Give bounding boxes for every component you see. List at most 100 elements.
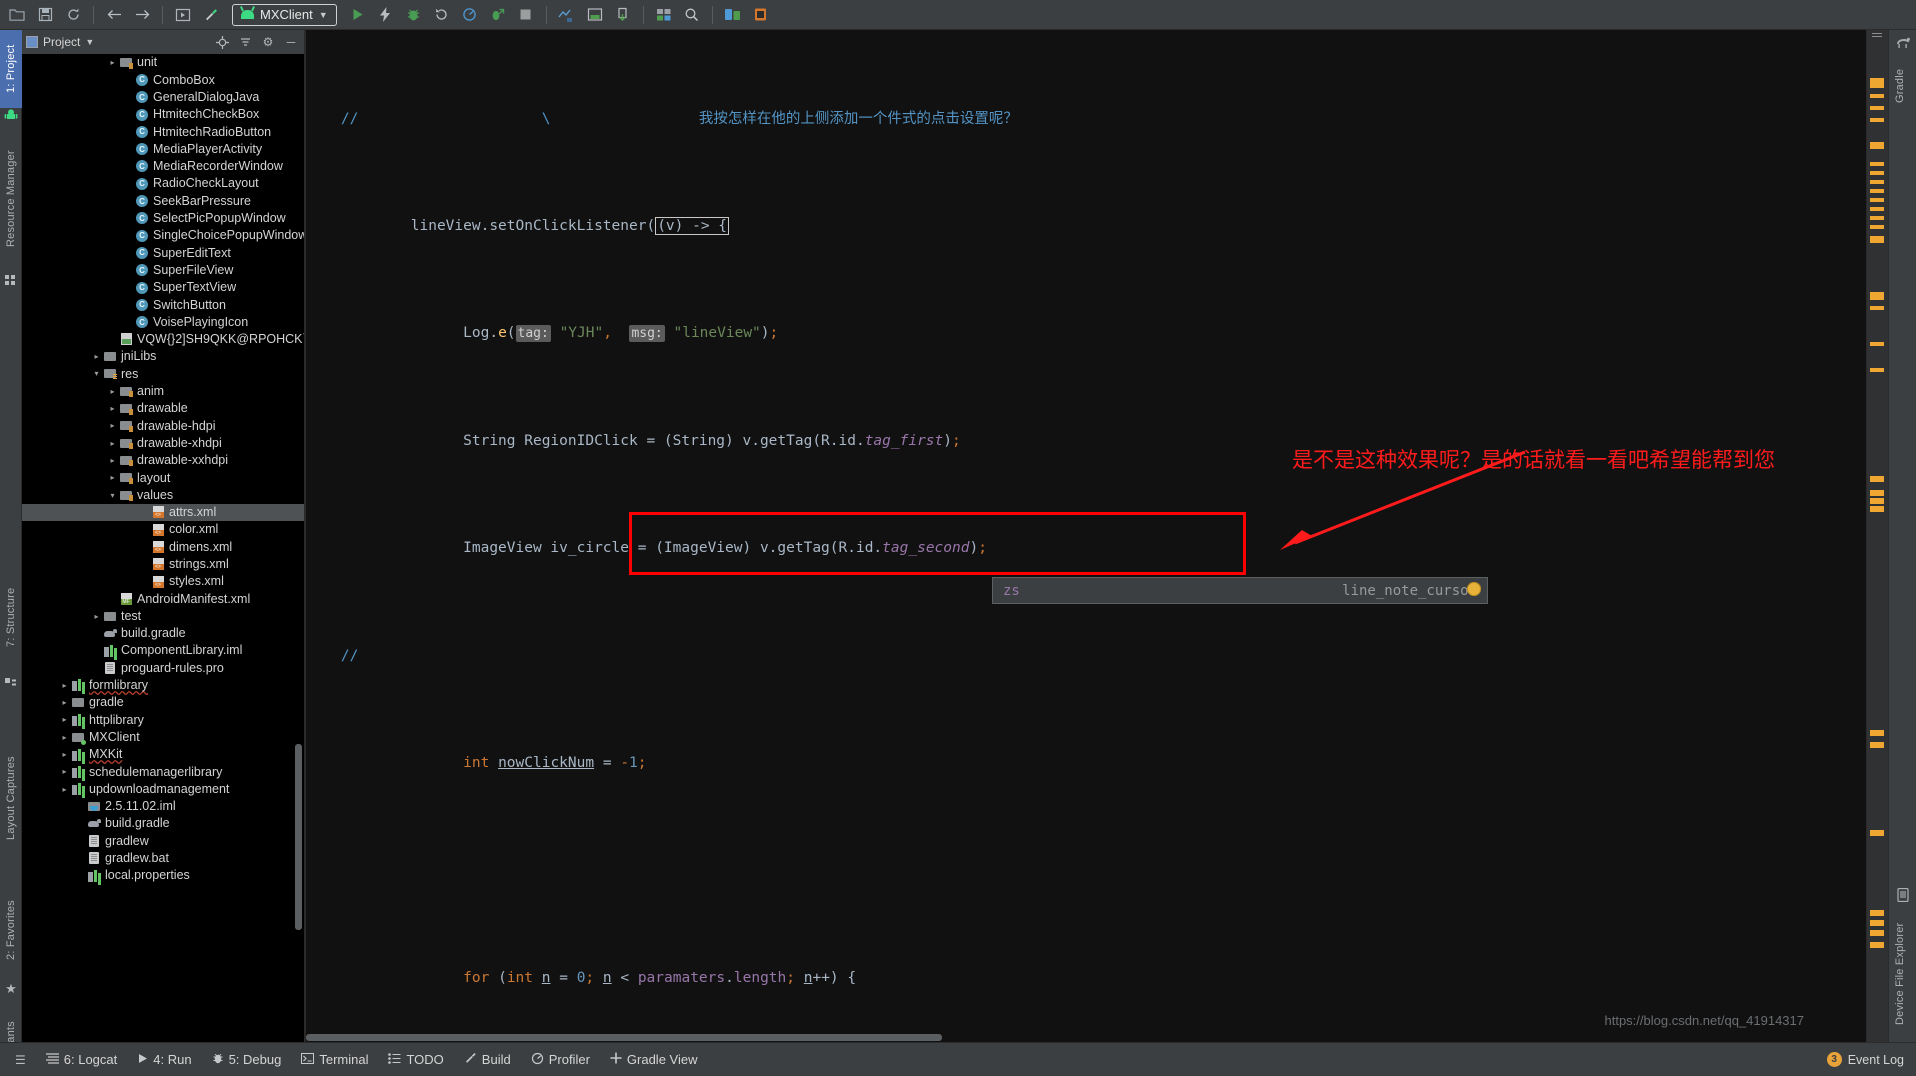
scrollbar-handle-icon[interactable] <box>1872 33 1882 39</box>
marker[interactable] <box>1870 118 1884 122</box>
tree-row[interactable]: C HtmitechRadioButton <box>22 123 304 140</box>
chevron-right-icon[interactable]: ▸ <box>92 352 101 361</box>
tree-row[interactable]: proguard-rules.pro <box>22 659 304 676</box>
tree-row[interactable]: ▸ httplibrary <box>22 711 304 728</box>
avd-device-icon[interactable] <box>720 3 746 27</box>
marker[interactable] <box>1870 830 1884 836</box>
tree-row[interactable]: ▸ MXClient <box>22 729 304 746</box>
chevron-right-icon[interactable]: ▸ <box>92 612 101 621</box>
tree-row[interactable]: ▸ layout <box>22 469 304 486</box>
marker[interactable] <box>1870 368 1884 372</box>
marker[interactable] <box>1870 506 1884 512</box>
chevron-right-icon[interactable]: ▸ <box>60 767 69 776</box>
marker[interactable] <box>1870 198 1884 202</box>
run-icon[interactable] <box>345 3 371 27</box>
tree-row[interactable]: C SuperEditText <box>22 244 304 261</box>
chevron-right-icon[interactable]: ▸ <box>108 387 117 396</box>
device-download-icon[interactable] <box>610 3 636 27</box>
stop-icon[interactable] <box>513 3 539 27</box>
chevron-right-icon[interactable]: ▸ <box>60 681 69 690</box>
status-event-log[interactable]: 3 Event Log <box>1826 1052 1910 1067</box>
marker[interactable] <box>1870 498 1884 504</box>
avd-manager-icon[interactable] <box>554 3 580 27</box>
marker[interactable] <box>1870 225 1884 229</box>
sidebar-item-layout-captures[interactable]: Layout Captures <box>0 730 22 866</box>
chevron-down-icon[interactable]: ▾ <box>108 491 117 500</box>
status-toggle-sidebar[interactable]: ☰ <box>6 1050 35 1070</box>
marker[interactable] <box>1870 730 1884 736</box>
device-manager-icon[interactable] <box>748 3 774 27</box>
marker[interactable] <box>1870 910 1884 916</box>
tree-row[interactable]: C SwitchButton <box>22 296 304 313</box>
chevron-right-icon[interactable]: ▸ <box>108 439 117 448</box>
tree-row[interactable]: C VoisePlayingIcon <box>22 313 304 330</box>
rerun-icon[interactable] <box>429 3 455 27</box>
marker[interactable] <box>1870 742 1884 748</box>
tree-row[interactable]: ▸ schedulemanagerlibrary <box>22 763 304 780</box>
tree-row[interactable]: build.gradle <box>22 625 304 642</box>
status-item-logcat[interactable]: 6: Logcat <box>37 1049 127 1070</box>
tree-row[interactable]: dimens.xml <box>22 538 304 555</box>
locate-icon[interactable] <box>213 33 231 51</box>
tree-row[interactable]: ▾ values <box>22 486 304 503</box>
tree-row[interactable]: ▸ drawable-hdpi <box>22 417 304 434</box>
tree-row[interactable]: build.gradle <box>22 815 304 832</box>
status-item-build[interactable]: Build <box>455 1049 520 1071</box>
tree-row[interactable]: C HtmitechCheckBox <box>22 106 304 123</box>
tree-row[interactable]: C RadioCheckLayout <box>22 175 304 192</box>
autocomplete-popup[interactable]: zs line_note_cursor <box>992 577 1488 604</box>
tree-row[interactable]: strings.xml <box>22 556 304 573</box>
layout-inspector-icon[interactable] <box>170 3 196 27</box>
settings-gear-icon[interactable]: ⚙ <box>259 33 277 51</box>
tree-scrollbar[interactable] <box>295 744 302 930</box>
marker[interactable] <box>1870 162 1884 166</box>
status-item-terminal[interactable]: Terminal <box>292 1049 377 1070</box>
marker[interactable] <box>1870 216 1884 220</box>
debug-icon[interactable] <box>401 3 427 27</box>
tree-row[interactable]: AndroidManifest.xml <box>22 590 304 607</box>
tree-row[interactable]: ▸ test <box>22 608 304 625</box>
sdk-manager-icon[interactable] <box>582 3 608 27</box>
chevron-right-icon[interactable]: ▸ <box>60 698 69 707</box>
tree-row[interactable]: local.properties <box>22 867 304 884</box>
sidebar-item-device-file-explorer[interactable]: Device File Explorer <box>1889 906 1911 1042</box>
marker[interactable] <box>1870 142 1884 149</box>
tree-row[interactable]: C MediaPlayerActivity <box>22 140 304 157</box>
tree-row[interactable]: gradlew.bat <box>22 850 304 867</box>
status-item-debug[interactable]: 5: Debug <box>203 1049 291 1070</box>
tree-row[interactable]: VQW{}2]SH9QKK@RPOHCK`N0.png <box>22 331 304 348</box>
tree-row[interactable]: ComponentLibrary.iml <box>22 642 304 659</box>
marker[interactable] <box>1870 292 1884 300</box>
tree-row[interactable]: ▸ anim <box>22 383 304 400</box>
sidebar-item-favorites[interactable]: 2: Favorites <box>0 878 22 982</box>
tree-row[interactable]: ▸ drawable-xhdpi <box>22 435 304 452</box>
chevron-right-icon[interactable]: ▸ <box>60 785 69 794</box>
tree-row[interactable]: ▸ unit <box>22 54 304 71</box>
tree-row[interactable]: ▸ formlibrary <box>22 677 304 694</box>
code-editor[interactable]: // \ 我按怎样在他的上侧添加一个件式的点击设置呢？ lineView.set… <box>306 30 1866 1042</box>
tree-row[interactable]: C SelectPicPopupWindow <box>22 210 304 227</box>
chevron-down-icon[interactable]: ▾ <box>92 369 101 378</box>
search-everywhere-icon[interactable] <box>679 3 705 27</box>
chevron-right-icon[interactable]: ▸ <box>60 733 69 742</box>
build-hammer-icon[interactable] <box>198 3 224 27</box>
sidebar-item-resource-manager[interactable]: Resource Manager <box>0 126 22 272</box>
collapse-all-icon[interactable] <box>236 33 254 51</box>
tree-row[interactable]: ▸ jniLibs <box>22 348 304 365</box>
project-structure-icon[interactable] <box>651 3 677 27</box>
run-configuration-selector[interactable]: MXClient ▼ <box>232 3 337 26</box>
marker[interactable] <box>1870 236 1884 243</box>
status-item-run[interactable]: 4: Run <box>128 1049 200 1070</box>
forward-icon[interactable] <box>129 3 155 27</box>
tree-row[interactable]: ▸ drawable <box>22 400 304 417</box>
tree-row[interactable]: C SuperTextView <box>22 279 304 296</box>
tree-row[interactable]: C ComboBox <box>22 71 304 88</box>
editor-marker-gutter[interactable] <box>1866 30 1888 1042</box>
status-item-gradle-view[interactable]: Gradle View <box>601 1049 707 1070</box>
attach-debugger-icon[interactable] <box>485 3 511 27</box>
marker[interactable] <box>1870 106 1884 110</box>
tree-row[interactable]: ▸ updownloadmanagement <box>22 780 304 797</box>
open-folder-icon[interactable] <box>4 3 30 27</box>
editor-horizontal-scrollbar[interactable] <box>306 1033 1866 1042</box>
marker[interactable] <box>1870 180 1884 184</box>
